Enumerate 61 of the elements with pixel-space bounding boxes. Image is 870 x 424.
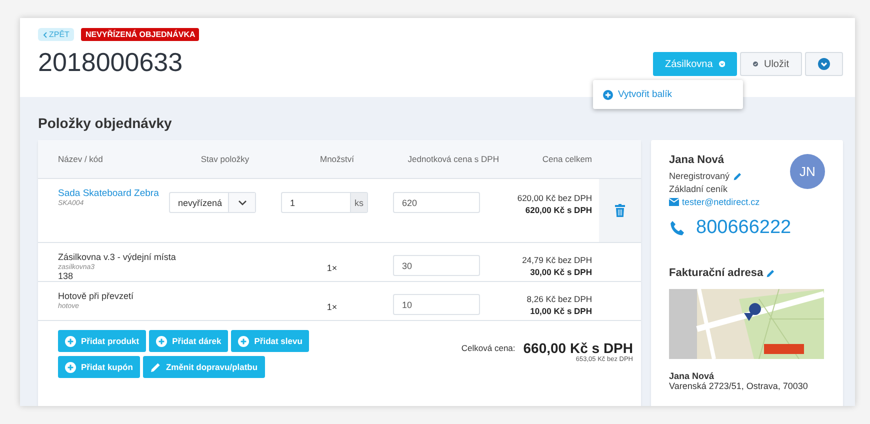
pencil-icon[interactable] xyxy=(732,172,742,180)
phone-number[interactable]: 800666222 xyxy=(696,217,792,239)
quantity-field[interactable]: 1 ks xyxy=(281,192,368,213)
unit-price-field[interactable]: 10 xyxy=(393,294,480,315)
status-select[interactable]: nevyřízená xyxy=(169,192,256,213)
column-header: Jednotková cena s DPH xyxy=(406,154,500,164)
column-header: Cena celkem xyxy=(541,154,593,164)
chevron-left-icon xyxy=(43,32,47,38)
column-header: Název / kód xyxy=(58,154,104,164)
price-without-vat: 24,79 Kč bez DPH xyxy=(522,254,592,266)
item-name: Zásilkovna v.3 - výdejní místa xyxy=(58,251,176,264)
email-link[interactable]: tester@netdirect.cz xyxy=(669,197,760,207)
price-with-vat: 620,00 Kč s DPH xyxy=(525,204,592,216)
section-title: Položky objednávky xyxy=(38,115,173,131)
quantity-text: 1× xyxy=(326,301,338,312)
price-with-vat: 30,00 Kč s DPH xyxy=(530,266,592,278)
plus-icon xyxy=(65,362,76,372)
total-with-vat: 660,00 Kč s DPH xyxy=(523,340,633,356)
column-header: Množství xyxy=(318,154,355,164)
more-button[interactable] xyxy=(805,52,843,76)
plus-icon xyxy=(238,336,250,346)
add-button[interactable]: Přidat slevu xyxy=(231,330,310,352)
price-without-vat: 8,26 Kč bez DPH xyxy=(526,293,592,305)
product-link[interactable]: Sada Skateboard Zebra xyxy=(58,187,159,200)
phone-icon xyxy=(669,220,686,236)
unit-price-field[interactable]: 620 xyxy=(393,192,480,213)
envelope-icon xyxy=(669,198,679,206)
customer-name: Jana Nová xyxy=(669,154,726,166)
order-number: 2018000633 xyxy=(38,47,183,78)
pickup-point-id: 138 xyxy=(58,271,74,281)
billing-title: Fakturační adresa xyxy=(669,267,764,279)
back-link[interactable]: ZPĚT xyxy=(38,28,74,41)
pencil-icon[interactable] xyxy=(766,268,776,278)
change-shipping-button[interactable]: Změnit dopravu/platbu xyxy=(142,356,265,378)
chevron-down-icon xyxy=(718,58,725,70)
status-badge: NEVYŘÍZENÁ OBJEDNÁVKA xyxy=(81,28,200,41)
add-button[interactable]: Přidat kupón xyxy=(58,356,140,378)
plus-icon xyxy=(65,336,76,346)
create-package-item[interactable]: Vytvořit balík xyxy=(603,89,733,100)
plus-icon xyxy=(603,90,613,100)
registration-status: Neregistrovaný xyxy=(669,171,730,181)
quantity-text: 1× xyxy=(326,262,338,273)
plus-icon xyxy=(156,336,168,346)
total-label: Celková cena: xyxy=(461,342,516,353)
price-list: Základní ceník xyxy=(669,184,760,194)
trash-icon[interactable] xyxy=(615,204,625,217)
add-button[interactable]: Přidat dárek xyxy=(149,330,228,352)
shipping-dropdown-button[interactable]: Zásilkovna xyxy=(653,52,737,76)
chevron-down-icon xyxy=(238,200,246,206)
pencil-icon xyxy=(150,362,161,372)
save-button[interactable]: Uložit xyxy=(740,52,802,76)
price-without-vat: 620,00 Kč bez DPH xyxy=(517,192,592,204)
unit-price-field[interactable]: 30 xyxy=(393,255,480,276)
chevron-down-icon xyxy=(818,58,830,70)
column-header: Stav položky xyxy=(200,154,250,164)
billing-name: Jana Nová xyxy=(669,371,716,381)
avatar-circle: JN xyxy=(790,154,825,189)
item-name: Hotově při převzetí xyxy=(58,290,134,302)
billing-address: Varenská 2723/51, Ostrava, 70030 xyxy=(669,381,809,391)
price-with-vat: 10,00 Kč s DPH xyxy=(530,305,592,317)
add-button[interactable]: Přidat produkt xyxy=(58,330,146,352)
